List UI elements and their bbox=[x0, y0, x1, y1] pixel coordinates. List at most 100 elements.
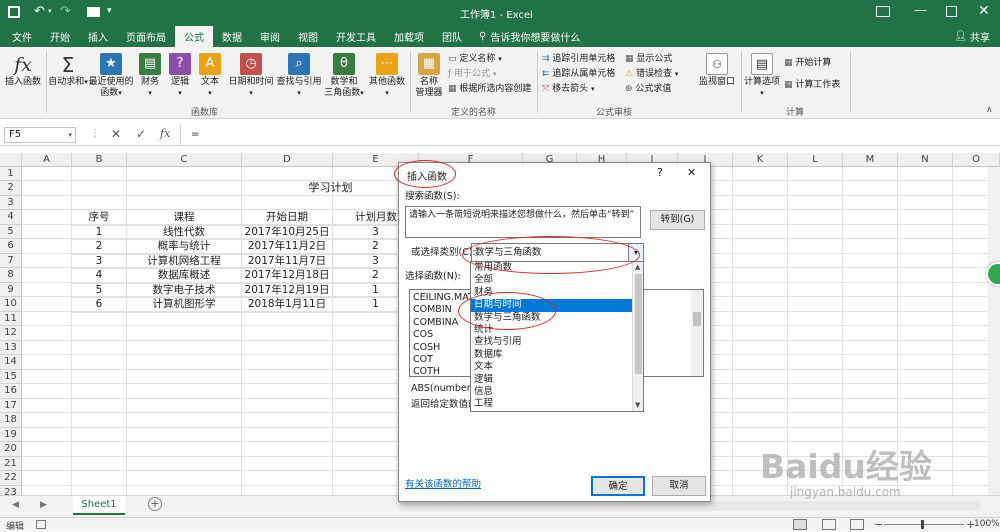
column-header-d[interactable]: D bbox=[242, 153, 333, 167]
insert-function-fx-icon[interactable]: fx bbox=[160, 127, 170, 140]
tab-page-layout[interactable]: 页面布局 bbox=[117, 26, 175, 47]
scroll-right-icon[interactable]: ▶ bbox=[40, 500, 47, 510]
function-list-scrollbar[interactable] bbox=[691, 290, 703, 376]
lookup-button[interactable]: ⌕ 查找与引用 ▾ bbox=[276, 53, 322, 99]
row-header[interactable]: 5 bbox=[0, 225, 22, 239]
table-cell[interactable]: 3 bbox=[72, 255, 127, 269]
column-header-n[interactable]: N bbox=[898, 153, 953, 167]
minimize-icon[interactable]: — bbox=[914, 3, 927, 18]
table-cell[interactable]: 计算机网络工程 bbox=[127, 255, 242, 269]
table-cell[interactable]: 2018年1月11日 bbox=[242, 298, 333, 313]
table-cell[interactable]: 数据库概述 bbox=[127, 269, 242, 284]
table-cell[interactable]: 2017年10月25日 bbox=[242, 226, 333, 240]
select-all-corner[interactable] bbox=[0, 153, 22, 167]
function-help-link[interactable]: 有关该函数的帮助 bbox=[405, 479, 481, 491]
column-header-b[interactable]: B bbox=[72, 153, 127, 167]
category-option[interactable]: 信息 bbox=[471, 386, 643, 398]
cancel-button[interactable]: 取消 bbox=[652, 476, 706, 496]
row-header[interactable]: 6 bbox=[0, 239, 22, 254]
horizontal-scrollbar[interactable] bbox=[400, 501, 980, 511]
cancel-entry-icon[interactable]: ✕ bbox=[111, 127, 121, 141]
tab-view[interactable]: 视图 bbox=[289, 26, 327, 47]
zoom-slider-thumb[interactable] bbox=[921, 520, 924, 529]
collapse-ribbon-icon[interactable]: ∧ bbox=[986, 105, 993, 115]
column-header-a[interactable]: A bbox=[22, 153, 72, 167]
formula-input[interactable]: = bbox=[180, 124, 1000, 146]
table-cell[interactable]: 数字电子技术 bbox=[127, 284, 242, 298]
row-header[interactable]: 13 bbox=[0, 341, 22, 355]
page-break-view-icon[interactable] bbox=[850, 519, 864, 530]
row-header[interactable]: 20 bbox=[0, 442, 22, 457]
column-header-k[interactable]: K bbox=[733, 153, 788, 167]
trace-precedents-button[interactable]: ⇉ 追踪引用单元格 bbox=[542, 53, 615, 65]
tab-data[interactable]: 数据 bbox=[213, 26, 251, 47]
row-header[interactable]: 14 bbox=[0, 355, 22, 370]
name-box[interactable]: F5 ▾ bbox=[4, 127, 76, 143]
dropdown-scrollbar[interactable]: ▲ ▼ bbox=[632, 262, 643, 411]
row-header[interactable]: 12 bbox=[0, 326, 22, 341]
dropdown-scroll-up-icon[interactable]: ▲ bbox=[635, 263, 640, 271]
header-course[interactable]: 课程 bbox=[127, 211, 242, 226]
go-button[interactable]: 转到(G) bbox=[650, 210, 705, 230]
table-cell[interactable]: 概率与统计 bbox=[127, 240, 242, 255]
category-option[interactable]: 文本 bbox=[471, 361, 643, 373]
table-cell[interactable]: 2017年12月19日 bbox=[242, 284, 333, 298]
zoom-out-icon[interactable]: − bbox=[874, 518, 883, 531]
math-trig-button[interactable]: θ 数学和 三角函数▾ bbox=[322, 53, 366, 99]
column-header-m[interactable]: M bbox=[843, 153, 898, 167]
row-header[interactable]: 2 bbox=[0, 181, 22, 196]
create-from-selection-button[interactable]: ▦ 根据所选内容创建 bbox=[448, 83, 531, 95]
add-sheet-icon[interactable]: + bbox=[148, 497, 162, 511]
row-header[interactable]: 9 bbox=[0, 283, 22, 297]
row-header[interactable]: 8 bbox=[0, 268, 22, 283]
row-header[interactable]: 22 bbox=[0, 471, 22, 486]
dialog-close-icon[interactable]: ✕ bbox=[687, 166, 696, 179]
tab-developer[interactable]: 开发工具 bbox=[327, 26, 385, 47]
column-header-l[interactable]: L bbox=[788, 153, 843, 167]
confirm-entry-icon[interactable]: ✓ bbox=[136, 127, 146, 141]
dropdown-scroll-thumb[interactable] bbox=[635, 274, 642, 374]
row-header[interactable]: 7 bbox=[0, 254, 22, 268]
search-function-input[interactable]: 请输入一条简短说明来描述您想做什么，然后单击“转到” bbox=[405, 206, 641, 238]
name-manager-button[interactable]: ▦ 名称 管理器 bbox=[413, 53, 445, 99]
redo-icon[interactable]: ↷ bbox=[60, 4, 71, 19]
error-checking-button[interactable]: ⚠ 错误检查 ▾ bbox=[625, 68, 678, 80]
calculate-now-button[interactable]: ▦ 开始计算 bbox=[784, 57, 831, 69]
tab-team[interactable]: 团队 bbox=[433, 26, 471, 47]
table-cell[interactable]: 5 bbox=[72, 284, 127, 298]
remove-arrows-button[interactable]: ⤧ 移去箭头 ▾ bbox=[542, 83, 594, 95]
table-cell[interactable]: 计算机图形学 bbox=[127, 298, 242, 313]
page-layout-view-icon[interactable] bbox=[822, 519, 836, 530]
table-cell[interactable]: 2017年11月2日 bbox=[242, 240, 333, 255]
row-header[interactable]: 15 bbox=[0, 370, 22, 384]
tab-formulas[interactable]: 公式 bbox=[175, 26, 213, 47]
tab-file[interactable]: 文件 bbox=[3, 26, 41, 47]
text-button[interactable]: A 文本 ▾ bbox=[196, 53, 224, 99]
row-header[interactable]: 21 bbox=[0, 457, 22, 471]
header-number[interactable]: 序号 bbox=[72, 211, 127, 226]
tab-home[interactable]: 开始 bbox=[41, 26, 79, 47]
row-header[interactable]: 4 bbox=[0, 210, 22, 225]
category-option[interactable]: 全部 bbox=[471, 274, 643, 286]
zoom-slider[interactable] bbox=[884, 524, 964, 525]
show-formulas-button[interactable]: ▦ 显示公式 bbox=[625, 53, 672, 65]
trace-dependents-button[interactable]: ⇇ 追踪从属单元格 bbox=[542, 68, 615, 80]
dropdown-scroll-down-icon[interactable]: ▼ bbox=[635, 401, 640, 409]
macro-record-icon[interactable] bbox=[36, 520, 46, 529]
table-cell[interactable]: 1 bbox=[72, 226, 127, 240]
row-header[interactable]: 1 bbox=[0, 167, 22, 181]
table-cell[interactable]: 4 bbox=[72, 269, 127, 284]
recent-functions-button[interactable]: ★ 最近使用的 函数▾ bbox=[88, 53, 134, 99]
autosum-button[interactable]: Σ 自动求和▾ bbox=[48, 53, 88, 88]
datetime-button[interactable]: ◷ 日期和时间 ▾ bbox=[226, 53, 276, 99]
row-header[interactable]: 16 bbox=[0, 384, 22, 399]
ribbon-display-icon[interactable] bbox=[876, 6, 890, 17]
more-functions-button[interactable]: ⋯ 其他函数 ▾ bbox=[366, 53, 408, 99]
tell-me-box[interactable]: ⚲ 告诉我你想要做什么 bbox=[479, 29, 580, 44]
undo-icon[interactable]: ↶ bbox=[34, 4, 45, 19]
zoom-level[interactable]: 100% bbox=[974, 519, 1000, 529]
scroll-thumb[interactable] bbox=[693, 312, 701, 326]
row-header[interactable]: 18 bbox=[0, 413, 22, 428]
tab-insert[interactable]: 插入 bbox=[79, 26, 117, 47]
calc-options-button[interactable]: ▤ 计算选项 ▾ bbox=[743, 53, 781, 99]
